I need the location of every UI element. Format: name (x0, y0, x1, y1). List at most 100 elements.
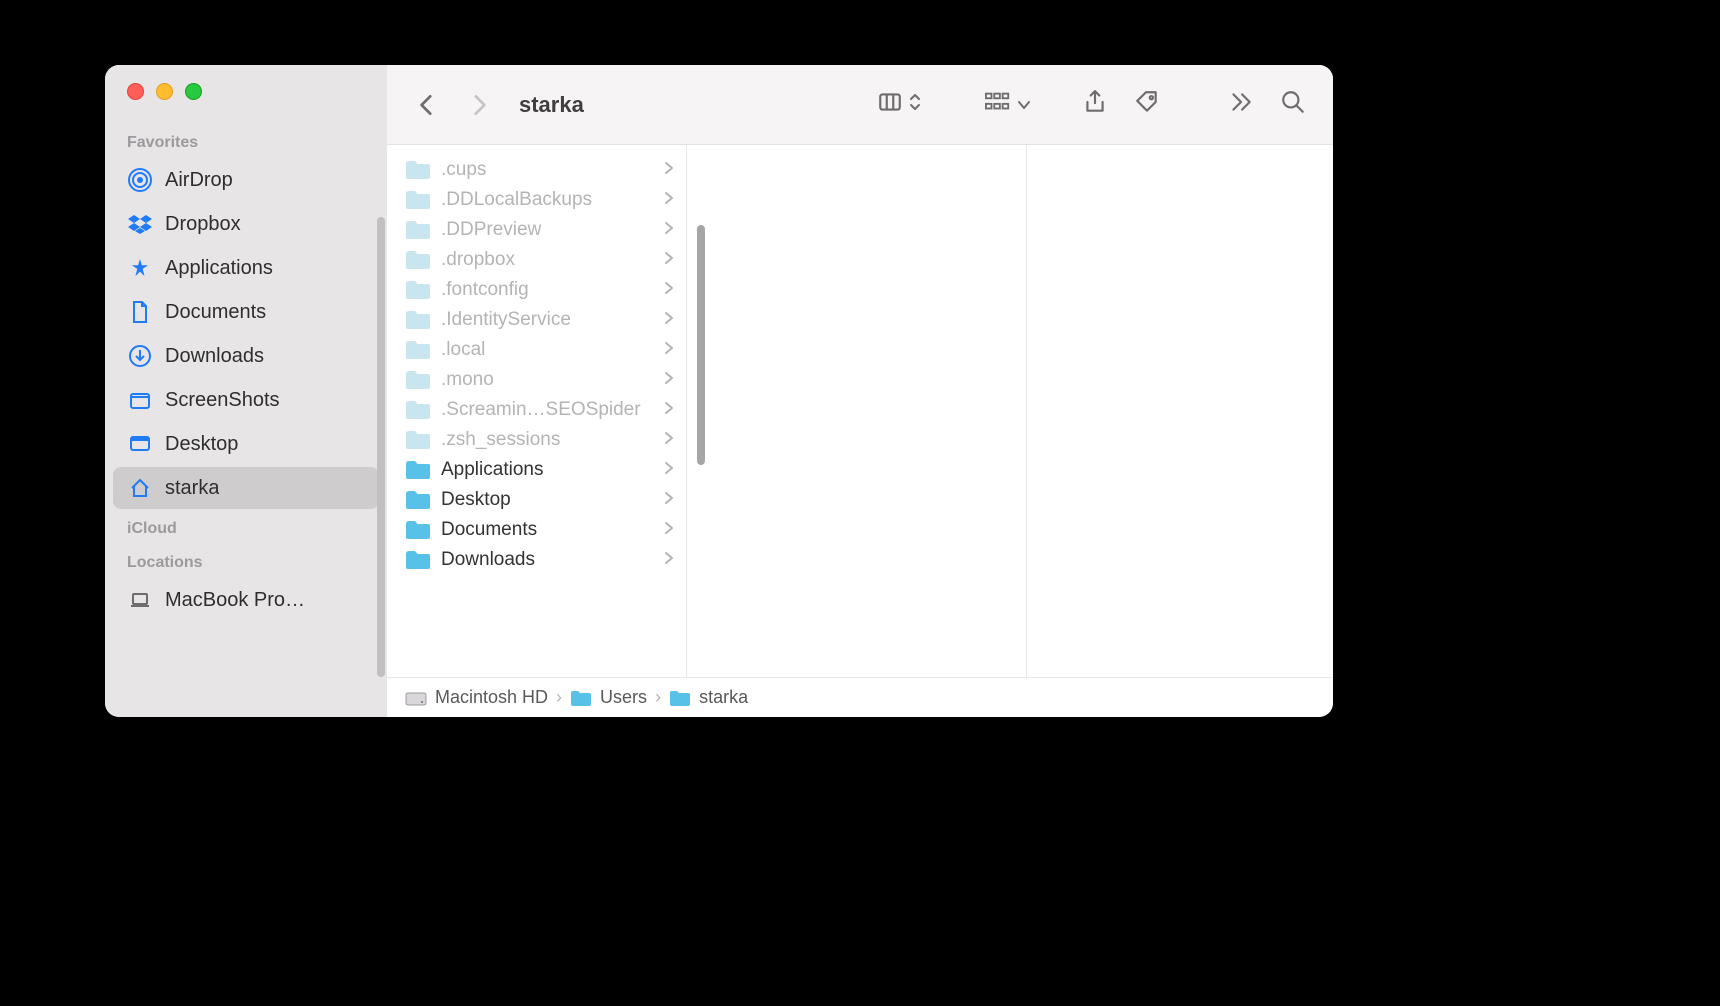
folder-icon (405, 429, 431, 451)
folder-icon (405, 519, 431, 541)
window-title: starka (519, 92, 584, 118)
folder-icon (405, 279, 431, 301)
sidebar-item-label: ScreenShots (165, 389, 280, 412)
folder-icon (405, 219, 431, 241)
column-2[interactable] (687, 145, 1027, 677)
forward-button[interactable] (459, 85, 499, 125)
chevron-right-icon (664, 249, 674, 271)
sidebar-item-label: Desktop (165, 433, 238, 456)
download-icon (127, 343, 153, 369)
sidebar-scrollbar[interactable] (377, 217, 385, 677)
view-mode-columns-button[interactable] (877, 89, 921, 121)
folder-icon (405, 549, 431, 571)
folder-icon (669, 689, 691, 707)
path-separator-icon: › (556, 687, 562, 708)
file-row[interactable]: .mono (387, 365, 686, 395)
sidebar-section-icloud: iCloud (105, 510, 387, 544)
toolbar-overflow-button[interactable] (1221, 85, 1261, 125)
sidebar-item-label: Applications (165, 257, 273, 280)
folder-icon (405, 159, 431, 181)
search-icon (1280, 89, 1306, 121)
sidebar-item-desktop[interactable]: Desktop (113, 423, 379, 465)
sidebar-item-label: MacBook Pro… (165, 589, 305, 612)
path-bar: Macintosh HD › Users › starka (387, 677, 1333, 717)
file-row[interactable]: .local (387, 335, 686, 365)
folder-icon (405, 189, 431, 211)
file-row[interactable]: .fontconfig (387, 275, 686, 305)
file-row[interactable]: .IdentityService (387, 305, 686, 335)
sidebar: Favorites AirDrop Dropbox Applications D… (105, 65, 387, 717)
chevron-down-icon (1017, 93, 1031, 116)
share-icon (1082, 89, 1108, 121)
sidebar-item-label: Downloads (165, 345, 264, 368)
column-1[interactable]: .cups .DDLocalBackups .DDPreview .dropbox.f… (387, 145, 687, 677)
tags-button[interactable] (1127, 85, 1167, 125)
path-segment-users[interactable]: Users (570, 687, 647, 708)
file-row[interactable]: Desktop (387, 485, 686, 515)
desktop-icon (127, 431, 153, 457)
chevron-right-icon (664, 159, 674, 181)
folder-icon (405, 399, 431, 421)
file-name: Applications (441, 459, 654, 481)
file-row[interactable]: .zsh_sessions (387, 425, 686, 455)
sidebar-item-applications[interactable]: Applications (113, 247, 379, 289)
path-segment-label: Users (600, 687, 647, 708)
file-name: .DDLocalBackups (441, 189, 654, 211)
chevron-right-icon (664, 459, 674, 481)
sidebar-item-dropbox[interactable]: Dropbox (113, 203, 379, 245)
grid-icon (985, 89, 1011, 121)
file-name: .IdentityService (441, 309, 654, 331)
chevron-right-icon (664, 429, 674, 451)
minimize-window-button[interactable] (156, 83, 173, 100)
path-segment-current[interactable]: starka (669, 687, 748, 708)
chevron-right-icon (664, 519, 674, 541)
chevron-right-icon (664, 219, 674, 241)
sidebar-item-label: Documents (165, 301, 266, 324)
file-row[interactable]: Documents (387, 515, 686, 545)
file-row[interactable]: .Screamin…SEOSpider (387, 395, 686, 425)
file-row[interactable]: Applications (387, 455, 686, 485)
chevron-double-right-icon (1228, 89, 1254, 121)
sidebar-item-label: starka (165, 477, 219, 500)
chevron-right-icon (664, 189, 674, 211)
sidebar-section-locations: Locations (105, 544, 387, 578)
dropbox-icon (127, 211, 153, 237)
tag-icon (1134, 89, 1160, 121)
sidebar-item-airdrop[interactable]: AirDrop (113, 159, 379, 201)
folder-icon (405, 309, 431, 331)
file-row[interactable]: .dropbox (387, 245, 686, 275)
share-button[interactable] (1075, 85, 1115, 125)
column-3[interactable] (1027, 145, 1333, 677)
back-button[interactable] (407, 85, 447, 125)
folder-icon (405, 339, 431, 361)
file-name: .Screamin…SEOSpider (441, 399, 654, 421)
sidebar-item-macbook[interactable]: MacBook Pro… (113, 579, 379, 621)
group-by-button[interactable] (985, 89, 1031, 121)
file-row[interactable]: .cups (387, 155, 686, 185)
folder-icon (405, 369, 431, 391)
folder-icon (405, 459, 431, 481)
chevron-right-icon (664, 339, 674, 361)
finder-window: Favorites AirDrop Dropbox Applications D… (105, 65, 1333, 717)
sidebar-item-screenshots[interactable]: ScreenShots (113, 379, 379, 421)
path-separator-icon: › (655, 687, 661, 708)
sidebar-item-home[interactable]: starka (113, 467, 379, 509)
sidebar-item-documents[interactable]: Documents (113, 291, 379, 333)
columns-icon (877, 89, 903, 121)
search-button[interactable] (1273, 85, 1313, 125)
chevron-right-icon (664, 489, 674, 511)
toolbar: starka (387, 65, 1333, 145)
file-row[interactable]: Downloads (387, 545, 686, 575)
close-window-button[interactable] (127, 83, 144, 100)
chevron-right-icon (664, 369, 674, 391)
file-name: .DDPreview (441, 219, 654, 241)
sidebar-item-downloads[interactable]: Downloads (113, 335, 379, 377)
airdrop-icon (127, 167, 153, 193)
file-row[interactable]: .DDLocalBackups (387, 185, 686, 215)
file-row[interactable]: .DDPreview (387, 215, 686, 245)
app-store-icon (127, 255, 153, 281)
chevron-right-icon (664, 399, 674, 421)
path-segment-root[interactable]: Macintosh HD (405, 687, 548, 708)
zoom-window-button[interactable] (185, 83, 202, 100)
file-name: .cups (441, 159, 654, 181)
